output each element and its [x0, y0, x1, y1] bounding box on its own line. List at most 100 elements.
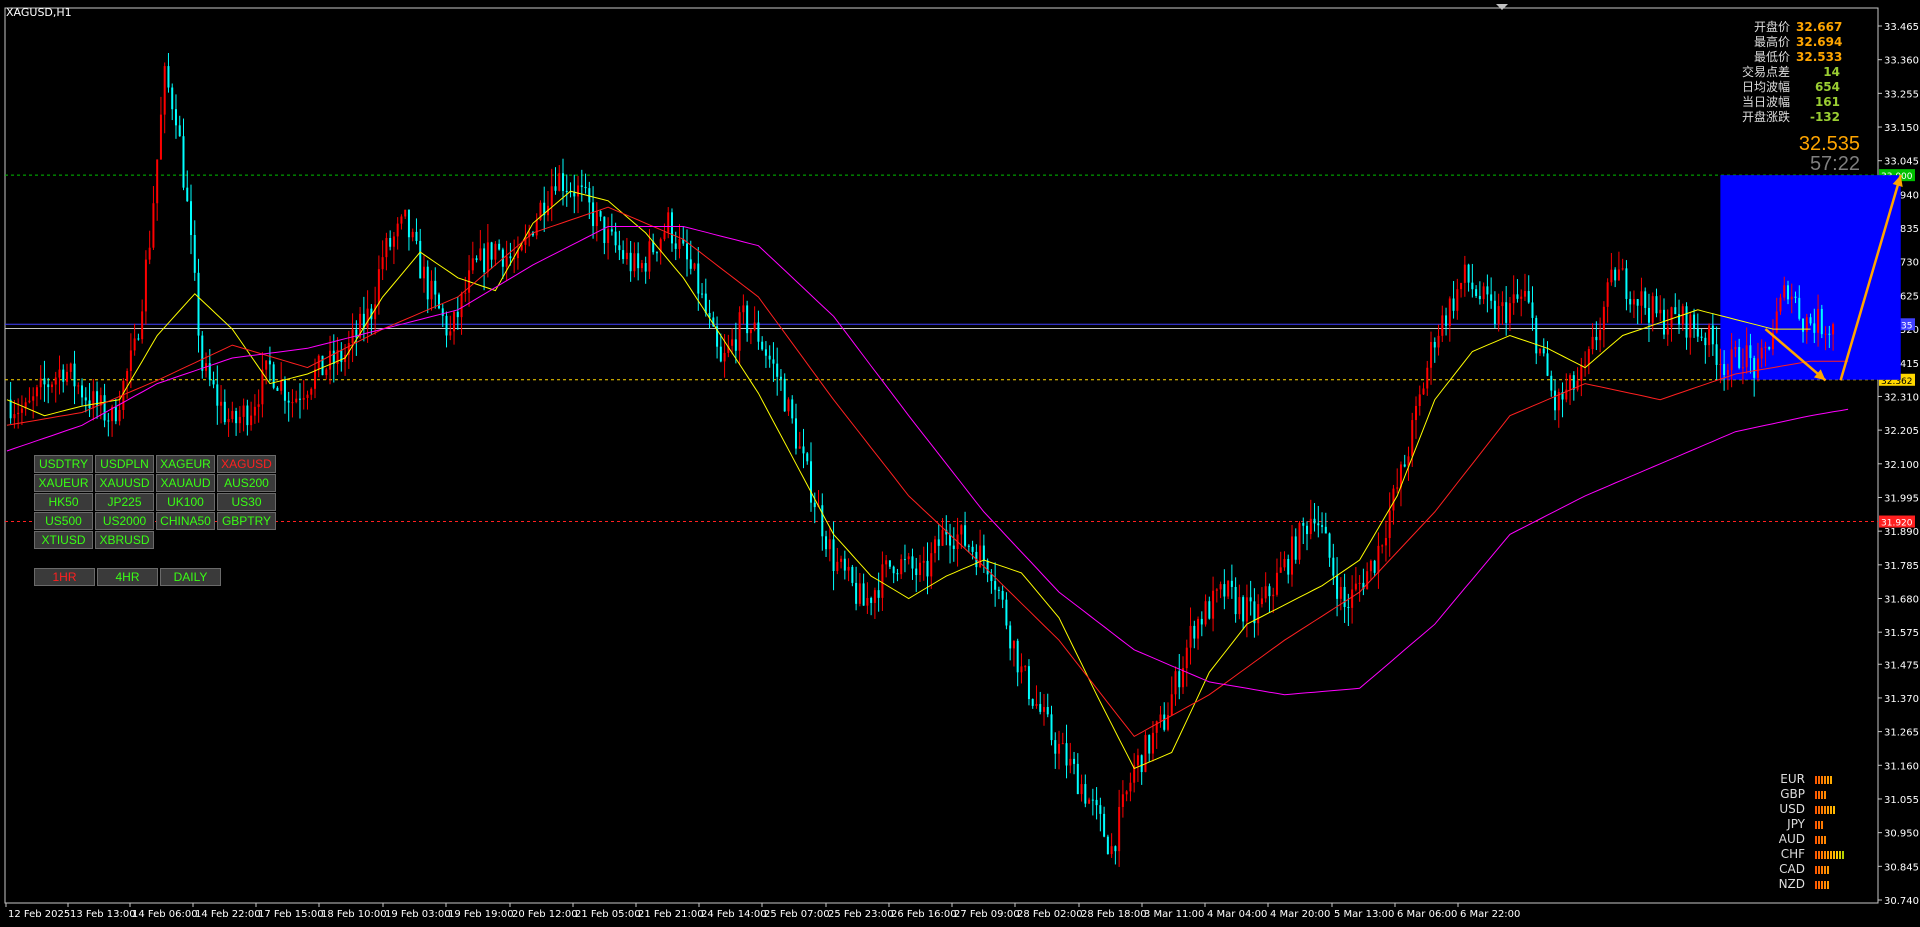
bearish-candle	[689, 259, 692, 269]
strength-bar	[1821, 805, 1823, 814]
bearish-candle	[1332, 557, 1335, 576]
symbol-button-china50[interactable]: CHINA50	[156, 512, 215, 530]
symbol-button-xaueur[interactable]: XAUEUR	[34, 474, 93, 492]
y-tick-label: 32.310	[1884, 392, 1919, 403]
bullish-candle	[17, 412, 20, 415]
x-tick-label: 28 Feb 02:00	[1017, 909, 1083, 920]
bullish-candle	[1741, 367, 1744, 369]
bearish-candle	[419, 240, 422, 279]
currency-name: NZD	[1778, 877, 1805, 891]
symbol-button-xagusd[interactable]: XAGUSD	[217, 455, 276, 473]
strength-bar	[1821, 775, 1823, 784]
symbol-button-us2000[interactable]: US2000	[95, 512, 154, 530]
bearish-candle	[1230, 580, 1233, 587]
bearish-candle	[1644, 291, 1647, 308]
bearish-candle	[674, 243, 677, 249]
bullish-candle	[1640, 291, 1643, 306]
symbol-button-xageur[interactable]: XAGEUR	[156, 455, 215, 473]
bearish-candle	[1073, 758, 1076, 764]
bullish-candle	[50, 384, 53, 388]
symbol-button-usdpln[interactable]: USDPLN	[95, 455, 154, 473]
x-tick-label: 21 Feb 21:00	[638, 909, 704, 920]
bullish-candle	[550, 186, 553, 206]
bearish-candle	[1490, 294, 1493, 301]
timeframe-button-4hr[interactable]: 4HR	[97, 568, 158, 586]
symbol-button-usdtry[interactable]: USDTRY	[34, 455, 93, 473]
bearish-candle	[971, 546, 974, 552]
bearish-candle	[1336, 575, 1339, 599]
symbol-button-xtiusd[interactable]: XTIUSD	[34, 531, 93, 549]
timeframe-button-daily[interactable]: DAILY	[160, 568, 221, 586]
strength-bar	[1815, 880, 1817, 889]
bearish-candle	[426, 266, 429, 300]
bearish-candle	[825, 536, 828, 550]
bullish-candle	[1584, 364, 1587, 366]
bearish-candle	[1163, 714, 1166, 730]
strength-bar	[1830, 850, 1832, 859]
bullish-candle	[28, 400, 31, 403]
bearish-candle	[415, 231, 418, 241]
bullish-candle	[1388, 510, 1391, 539]
symbol-button-us500[interactable]: US500	[34, 512, 93, 530]
bullish-candle	[1832, 324, 1835, 335]
bullish-candle	[1659, 309, 1662, 314]
bullish-candle	[881, 564, 884, 598]
y-tick-label: 32.205	[1884, 426, 1919, 437]
bullish-candle	[464, 292, 467, 294]
bearish-candle	[1050, 714, 1053, 741]
currency-row-eur: EUR	[1765, 772, 1844, 787]
bearish-candle	[498, 243, 501, 250]
bullish-candle	[595, 211, 598, 227]
strength-bars	[1815, 775, 1832, 784]
y-tick-label: 31.055	[1884, 795, 1919, 806]
x-tick-label: 3 Mar 11:00	[1144, 909, 1204, 920]
bullish-candle	[1460, 282, 1463, 290]
bearish-candle	[949, 534, 952, 546]
symbol-button-xbrusd[interactable]: XBRUSD	[95, 531, 154, 549]
bullish-candle	[1756, 358, 1759, 378]
symbol-button-xauusd[interactable]: XAUUSD	[95, 474, 154, 492]
bearish-candle	[1373, 560, 1376, 573]
bullish-candle	[144, 259, 147, 312]
bullish-candle	[159, 114, 162, 160]
strength-bar	[1833, 850, 1835, 859]
strength-bars	[1815, 880, 1829, 889]
y-tick-label: 33.465	[1884, 22, 1919, 33]
timeframe-button-1hr[interactable]: 1HR	[34, 568, 95, 586]
bearish-candle	[1065, 743, 1068, 766]
bullish-candle	[625, 252, 628, 260]
symbol-button-aus200[interactable]: AUS200	[217, 474, 276, 492]
bearish-candle	[915, 568, 918, 576]
bullish-candle	[667, 212, 670, 233]
bullish-candle	[693, 263, 696, 269]
strength-bars	[1815, 835, 1826, 844]
bearish-candle	[926, 560, 929, 577]
strength-bar	[1830, 805, 1832, 814]
bullish-candle	[494, 243, 497, 260]
bearish-candle	[246, 405, 249, 426]
bearish-candle	[1287, 558, 1290, 575]
symbol-switcher: USDTRY USDPLN XAGEUR XAGUSD XAUEUR XAUUSD XAUA…	[34, 455, 276, 549]
bullish-candle	[738, 312, 741, 351]
symbol-button-us30[interactable]: US30	[217, 493, 276, 511]
strength-bar	[1815, 805, 1817, 814]
symbol-button-jp225[interactable]: JP225	[95, 493, 154, 511]
bearish-candle	[888, 560, 891, 567]
bearish-candle	[1140, 755, 1143, 773]
bearish-candle	[1005, 599, 1008, 626]
symbol-button-xauaud[interactable]: XAUAUD	[156, 474, 215, 492]
symbol-button-uk100[interactable]: UK100	[156, 493, 215, 511]
symbol-button-hk50[interactable]: HK50	[34, 493, 93, 511]
bullish-candle	[20, 408, 23, 413]
bullish-candle	[1185, 647, 1188, 669]
bullish-candle	[295, 398, 298, 403]
bullish-candle	[381, 257, 384, 270]
bullish-candle	[1734, 347, 1737, 350]
bearish-candle	[1572, 375, 1575, 390]
symbol-button-gbptry[interactable]: GBPTRY	[217, 512, 276, 530]
bearish-candle	[235, 411, 238, 424]
bullish-candle	[1456, 289, 1459, 311]
price-chart[interactable]: 33.46533.36033.25533.15033.04532.94032.8…	[0, 0, 1920, 927]
bearish-candle	[746, 305, 749, 334]
y-tick-label: 33.045	[1884, 157, 1919, 168]
